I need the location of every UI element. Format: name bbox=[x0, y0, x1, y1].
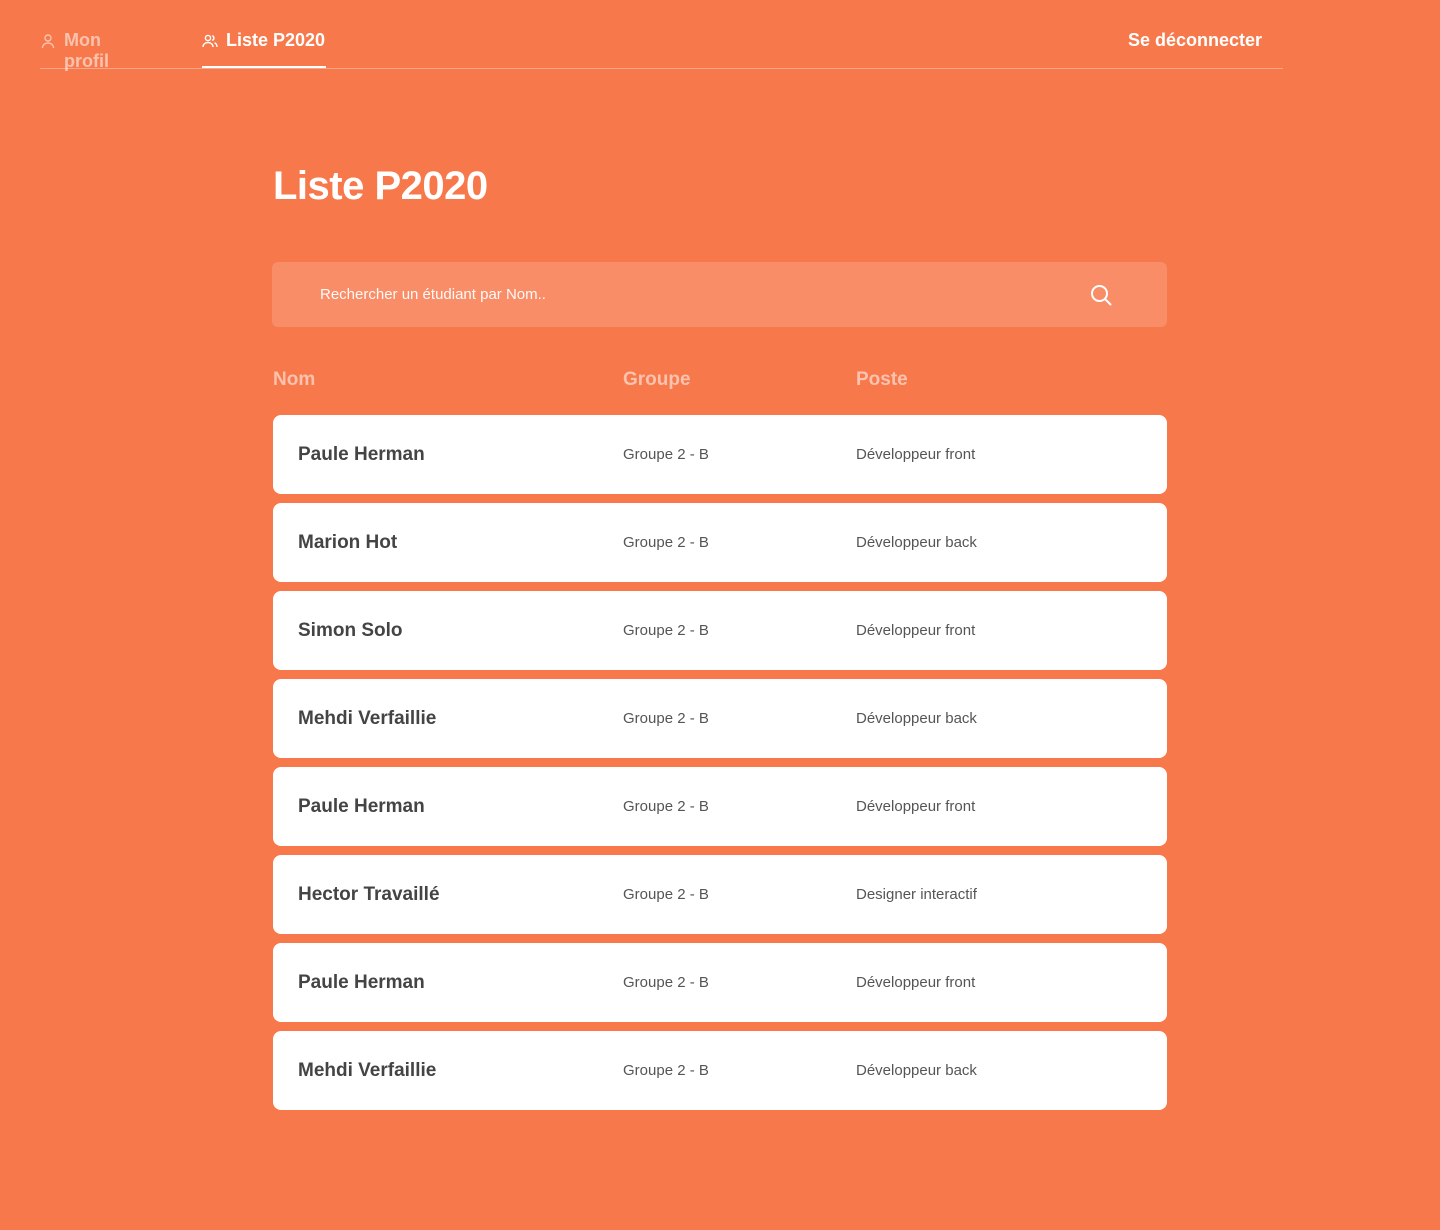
student-role: Développeur front bbox=[856, 622, 976, 639]
student-role: Développeur front bbox=[856, 446, 976, 463]
logout-link[interactable]: Se déconnecter bbox=[1128, 30, 1262, 51]
student-name: Simon Solo bbox=[298, 620, 403, 641]
student-name: Paule Herman bbox=[298, 444, 425, 465]
student-row[interactable]: Paule Herman Groupe 2 - B Développeur fr… bbox=[273, 415, 1167, 494]
student-group: Groupe 2 - B bbox=[623, 1062, 709, 1079]
student-row[interactable]: Hector Travaillé Groupe 2 - B Designer i… bbox=[273, 855, 1167, 934]
student-group: Groupe 2 - B bbox=[623, 622, 709, 639]
student-role: Développeur front bbox=[856, 798, 976, 815]
search-input[interactable] bbox=[320, 262, 1080, 327]
column-header-groupe[interactable]: Groupe bbox=[623, 369, 691, 391]
student-name: Hector Travaillé bbox=[298, 884, 440, 905]
student-row[interactable]: Paule Herman Groupe 2 - B Développeur fr… bbox=[273, 767, 1167, 846]
student-group: Groupe 2 - B bbox=[623, 886, 709, 903]
student-list: Paule Herman Groupe 2 - B Développeur fr… bbox=[273, 415, 1167, 1119]
tab-label: Liste P2020 bbox=[226, 30, 326, 50]
student-role: Développeur back bbox=[856, 1062, 977, 1079]
student-group: Groupe 2 - B bbox=[623, 446, 709, 463]
student-name: Mehdi Verfaillie bbox=[298, 1060, 437, 1081]
column-header-nom[interactable]: Nom bbox=[273, 369, 315, 391]
column-header-poste[interactable]: Poste bbox=[856, 369, 908, 391]
student-row[interactable]: Mehdi Verfaillie Groupe 2 - B Développeu… bbox=[273, 1031, 1167, 1110]
student-row[interactable]: Paule Herman Groupe 2 - B Développeur fr… bbox=[273, 943, 1167, 1022]
user-icon bbox=[40, 33, 56, 49]
student-group: Groupe 2 - B bbox=[623, 534, 709, 551]
student-name: Mehdi Verfaillie bbox=[298, 708, 437, 729]
student-row[interactable]: Simon Solo Groupe 2 - B Développeur fron… bbox=[273, 591, 1167, 670]
student-group: Groupe 2 - B bbox=[623, 798, 709, 815]
student-role: Designer interactif bbox=[856, 886, 977, 903]
student-role: Développeur front bbox=[856, 974, 976, 991]
student-row[interactable]: Mehdi Verfaillie Groupe 2 - B Développeu… bbox=[273, 679, 1167, 758]
search-icon[interactable] bbox=[1086, 280, 1116, 310]
tab-mon-profil[interactable]: Mon profil bbox=[40, 30, 150, 71]
student-group: Groupe 2 - B bbox=[623, 974, 709, 991]
student-role: Développeur back bbox=[856, 710, 977, 727]
users-icon bbox=[202, 33, 218, 49]
search-bar bbox=[272, 262, 1167, 327]
tab-label: Mon profil bbox=[64, 30, 109, 71]
student-group: Groupe 2 - B bbox=[623, 710, 709, 727]
student-name: Marion Hot bbox=[298, 532, 398, 553]
student-role: Développeur back bbox=[856, 534, 977, 551]
student-row[interactable]: Marion Hot Groupe 2 - B Développeur back bbox=[273, 503, 1167, 582]
top-nav: Mon profil Liste P2020 Se déconnecter bbox=[40, 0, 1283, 71]
student-name: Paule Herman bbox=[298, 796, 425, 817]
page-title: Liste P2020 bbox=[273, 164, 488, 208]
student-name: Paule Herman bbox=[298, 972, 425, 993]
tab-liste-p2020[interactable]: Liste P2020 bbox=[202, 30, 326, 68]
